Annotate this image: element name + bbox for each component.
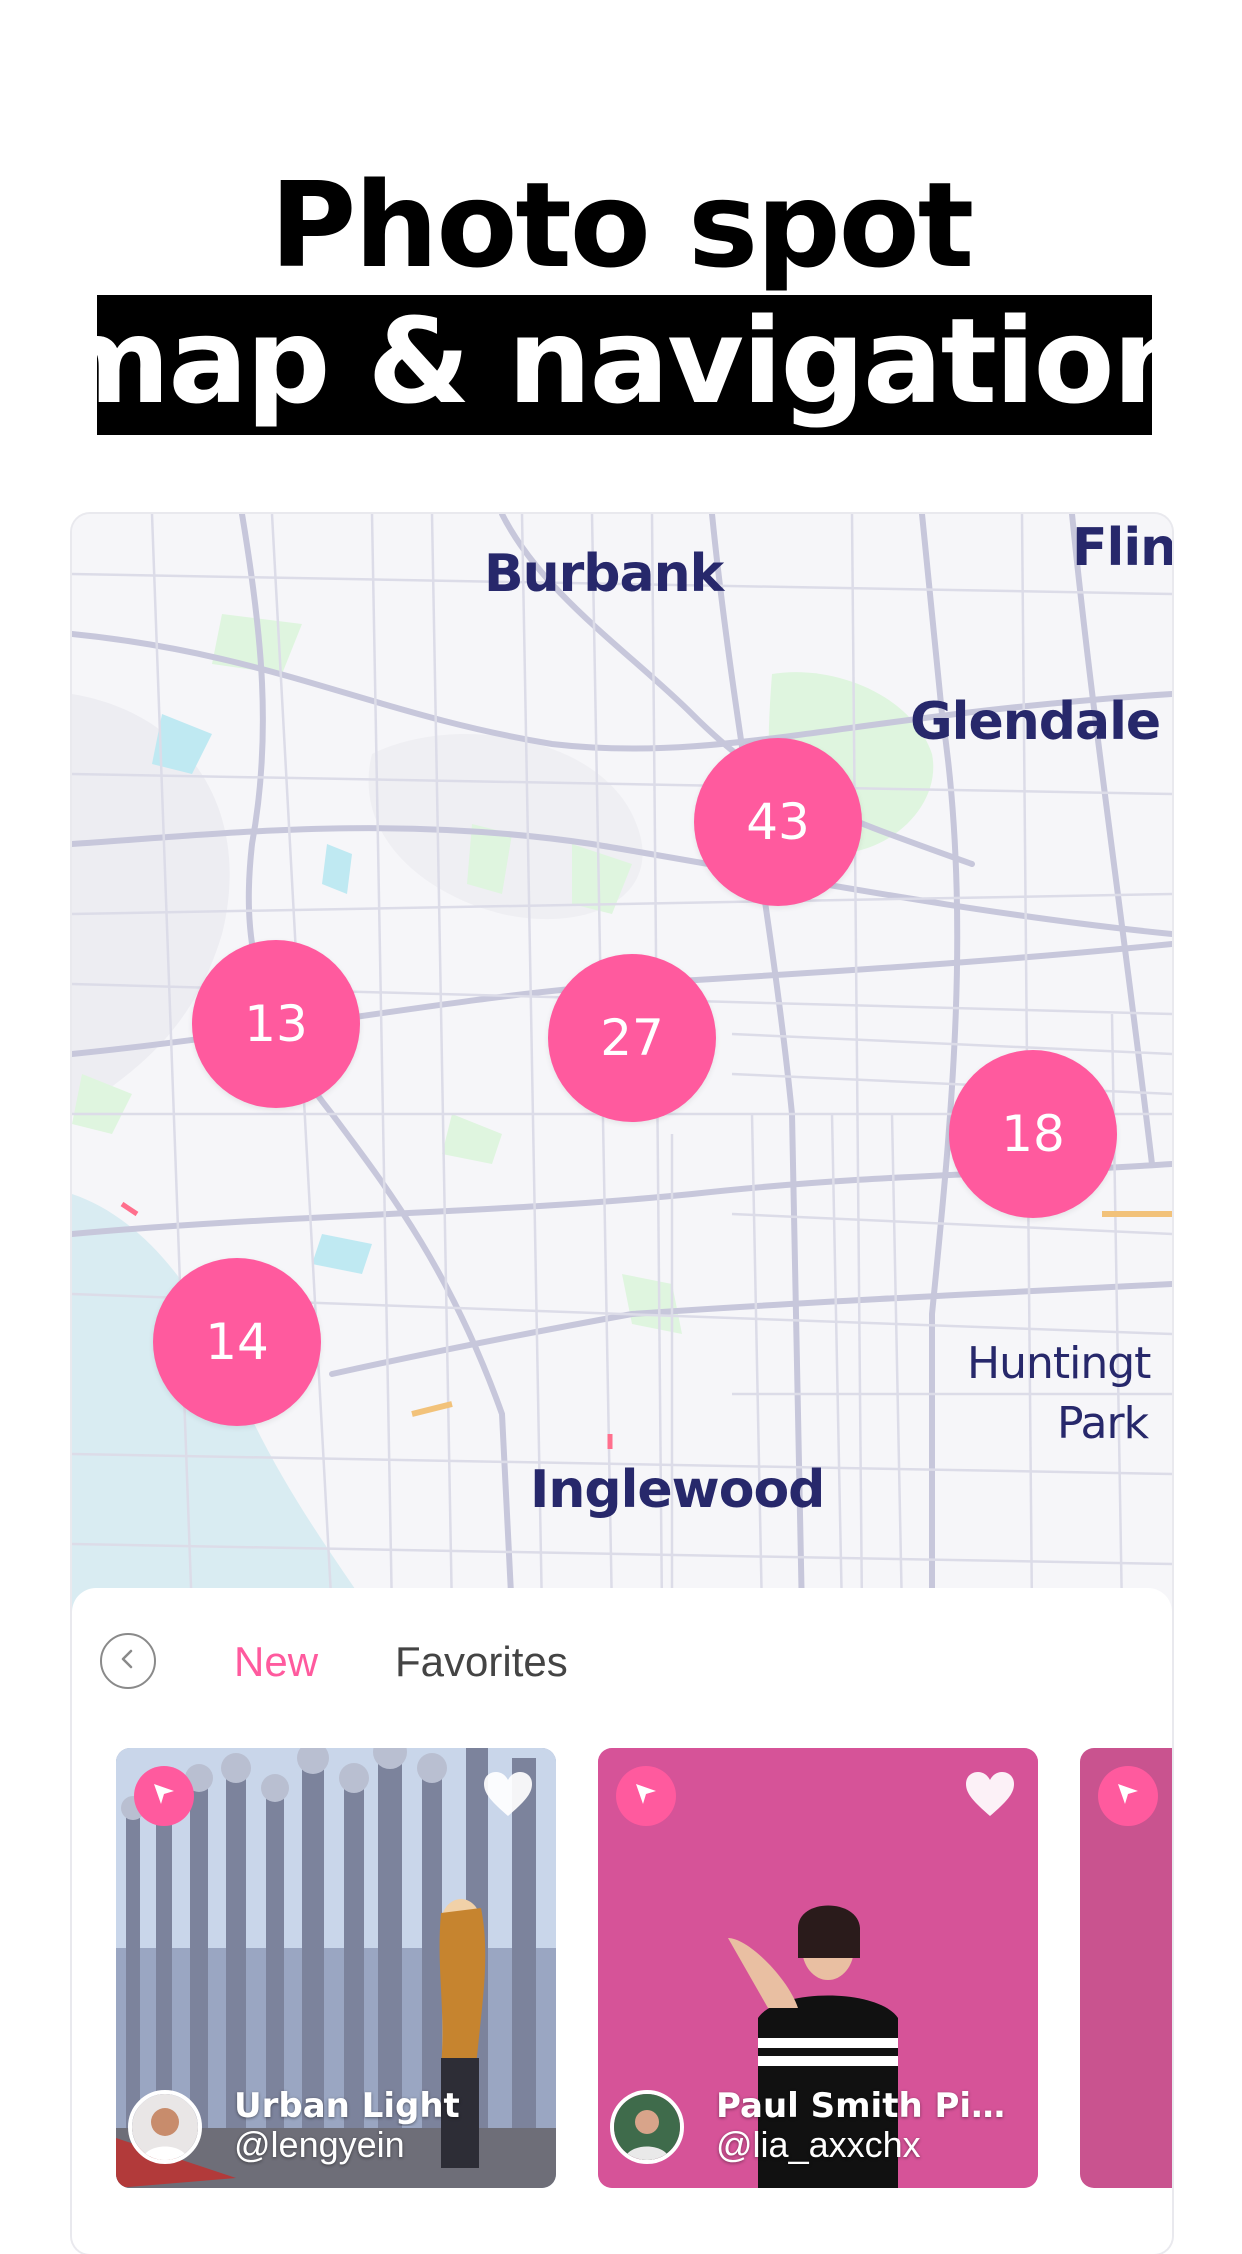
map-label-burbank: Burbank bbox=[484, 544, 724, 604]
navigation-arrow-icon bbox=[1113, 1779, 1143, 1813]
tab-favorites[interactable]: Favorites bbox=[395, 1638, 568, 1686]
heart-icon bbox=[482, 1770, 534, 1822]
heart-icon bbox=[964, 1770, 1016, 1822]
cluster-marker[interactable]: 13 bbox=[192, 940, 360, 1108]
navigate-button[interactable] bbox=[616, 1766, 676, 1826]
map-label-flint: Flint bbox=[1072, 518, 1172, 578]
tab-new[interactable]: New bbox=[234, 1638, 318, 1686]
map-label-huntington: Huntingt bbox=[967, 1338, 1151, 1389]
map-label-park: Park bbox=[1057, 1398, 1149, 1449]
navigate-button[interactable] bbox=[134, 1766, 194, 1826]
back-button[interactable] bbox=[100, 1633, 156, 1689]
avatar bbox=[610, 2090, 684, 2164]
headline-line-2: map & navigation bbox=[47, 292, 1196, 430]
spot-card[interactable] bbox=[1080, 1748, 1172, 2188]
spot-title: Paul Smith Pin… bbox=[716, 2086, 1026, 2126]
cluster-marker[interactable]: 14 bbox=[153, 1258, 321, 1426]
spot-author: @lengyein bbox=[234, 2124, 405, 2165]
navigate-button[interactable] bbox=[1098, 1766, 1158, 1826]
chevron-left-icon bbox=[116, 1647, 140, 1675]
spot-card[interactable]: Urban Light @lengyein bbox=[116, 1748, 556, 2188]
map-label-glendale: Glendale bbox=[910, 692, 1161, 752]
map-view[interactable]: Burbank Flint Glendale Huntingt Park Ing… bbox=[72, 514, 1172, 1614]
favorite-button[interactable] bbox=[478, 1766, 538, 1826]
spot-title: Urban Light bbox=[234, 2086, 460, 2126]
app-screen: Burbank Flint Glendale Huntingt Park Ing… bbox=[72, 514, 1172, 2254]
spot-author: @lia_axxchx bbox=[716, 2124, 921, 2165]
cluster-marker[interactable]: 43 bbox=[694, 738, 862, 906]
headline-line-1: Photo spot bbox=[269, 156, 974, 294]
spot-card[interactable]: Paul Smith Pin… @lia_axxchx bbox=[598, 1748, 1038, 2188]
cluster-marker[interactable]: 18 bbox=[949, 1050, 1117, 1218]
favorite-button[interactable] bbox=[960, 1766, 1020, 1826]
map-label-inglewood: Inglewood bbox=[530, 1460, 825, 1520]
spots-sheet: New Favorites Urban Light @lengyein Paul… bbox=[72, 1588, 1172, 2254]
navigation-arrow-icon bbox=[149, 1779, 179, 1813]
cluster-marker[interactable]: 27 bbox=[548, 954, 716, 1122]
navigation-arrow-icon bbox=[631, 1779, 661, 1813]
avatar bbox=[128, 2090, 202, 2164]
